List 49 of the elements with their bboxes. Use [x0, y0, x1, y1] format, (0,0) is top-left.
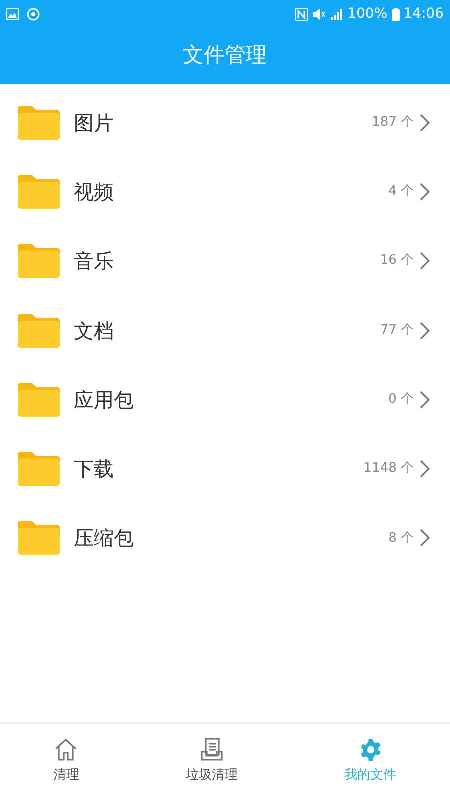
folder-name: 图片 [74, 110, 114, 137]
file-count: 0 个 [388, 391, 414, 410]
folder-name: 音乐 [74, 248, 114, 276]
folder-row[interactable]: 应用包 0 个 [0, 365, 450, 434]
chevron-right-icon [420, 390, 430, 409]
file-count: 1148 个 [364, 460, 414, 478]
folder-icon [18, 382, 60, 417]
chevron-right-icon [420, 529, 430, 548]
folder-row[interactable]: 音乐 16 个 [0, 226, 450, 296]
folder-icon [18, 174, 60, 209]
tab[interactable]: 清理 [0, 724, 133, 800]
folder-icon [18, 521, 60, 556]
folder-name: 应用包 [74, 386, 134, 414]
chevron-right-icon [420, 114, 430, 132]
file-count: 187 个 [372, 114, 414, 132]
file-count: 16 个 [380, 252, 414, 270]
folder-name: 压缩包 [74, 525, 134, 552]
folder-row[interactable]: 图片 187 个 [0, 88, 450, 158]
folder-name: 下载 [74, 456, 114, 484]
folder-name: 文档 [74, 318, 114, 345]
screen-title: 文件管理 [183, 42, 267, 70]
mute-icon [312, 8, 326, 20]
chevron-right-icon [420, 182, 430, 201]
folder-row[interactable]: 下载 1148 个 [0, 434, 450, 504]
tab[interactable]: 垃圾清理 [132, 724, 292, 800]
home-icon [54, 738, 78, 762]
battery-icon [392, 8, 400, 20]
battery-percent: 100% [348, 4, 388, 24]
folder-row[interactable]: 文档 77 个 [0, 296, 450, 366]
folder-row[interactable]: 压缩包 8 个 [0, 504, 450, 574]
folder-row[interactable]: 视频 4 个 [0, 157, 450, 227]
signal-icon [330, 8, 344, 20]
folder-name: 视频 [74, 178, 114, 206]
chevron-right-icon [420, 252, 430, 270]
folder-icon [18, 244, 60, 278]
document-tray-icon [200, 738, 224, 762]
chevron-right-icon [420, 460, 430, 478]
nfc-icon [294, 8, 308, 20]
folder-icon [18, 106, 60, 140]
sync-icon [27, 8, 40, 20]
file-count: 77 个 [380, 322, 414, 340]
settings-icon [358, 738, 383, 762]
clock: 14:06 [404, 4, 444, 24]
file-count: 8 个 [388, 530, 414, 548]
folder-icon [18, 314, 60, 348]
folder-icon [18, 452, 60, 486]
chevron-right-icon [420, 322, 430, 340]
file-count: 4 个 [388, 183, 414, 202]
gallery-icon [6, 8, 19, 20]
